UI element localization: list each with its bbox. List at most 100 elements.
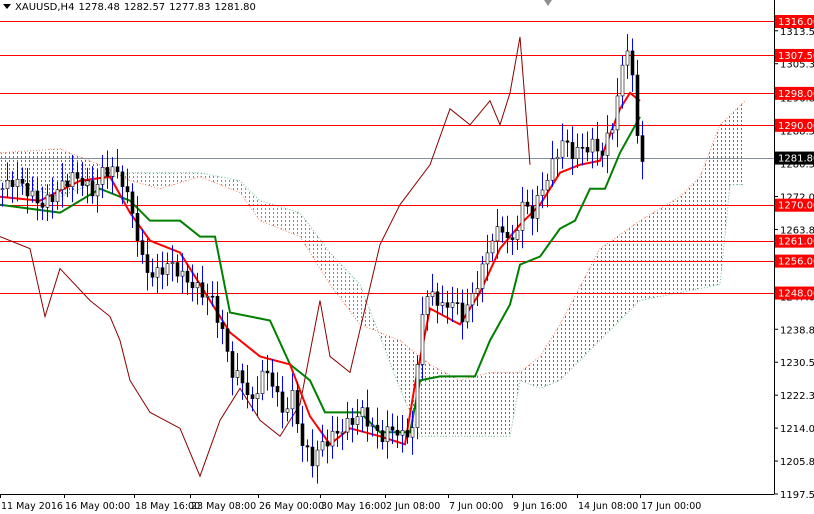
x-tick-label: 16 May 00:00	[65, 501, 130, 512]
candle-body	[495, 226, 500, 242]
candle-body	[550, 158, 555, 181]
candle-body	[115, 166, 120, 173]
x-tick-label: 30 May 16:00	[321, 501, 386, 512]
price-tag-label: 1290.00	[778, 121, 814, 132]
cloud-segment	[720, 120, 725, 285]
candle-body	[535, 195, 540, 219]
cloud-segment	[145, 172, 150, 187]
candle-body	[85, 180, 90, 186]
candle-body	[425, 296, 430, 315]
candle-body	[365, 407, 370, 427]
candle-body	[380, 430, 385, 443]
candle-body	[580, 147, 585, 149]
dropdown-triangle-icon[interactable]	[3, 4, 11, 9]
candle-body	[110, 166, 115, 177]
candle-body	[45, 194, 50, 208]
candle-body	[560, 140, 565, 158]
cloud-segment	[730, 110, 735, 185]
cloud-segment	[130, 172, 135, 183]
candle-body	[475, 288, 480, 294]
candle-body	[625, 50, 630, 66]
candle-body	[180, 270, 185, 277]
candle-body	[530, 206, 535, 219]
cloud-segment	[340, 263, 345, 305]
candle-body	[135, 213, 140, 241]
cloud-segment	[385, 334, 390, 363]
candle-body	[525, 201, 530, 207]
cloud-segment	[560, 315, 565, 381]
candle-body	[505, 232, 510, 238]
cloud-segment	[290, 209, 295, 235]
candle-body	[455, 302, 460, 304]
cloud-segment	[675, 196, 680, 294]
cloud-segment	[275, 205, 280, 229]
cloud-segment	[610, 238, 615, 331]
price-chart[interactable]: 1313.551305.301296.801288.551280.301272.…	[0, 0, 814, 514]
cloud-segment	[440, 369, 445, 437]
cloud-segment	[140, 172, 145, 185]
y-tick-label: 1197.55	[780, 490, 814, 501]
cloud-segment	[150, 172, 155, 188]
cloud-segment	[485, 372, 490, 437]
cloud-segment	[405, 344, 410, 413]
candle-body	[405, 430, 410, 438]
candle-body	[95, 184, 100, 197]
scroll-marker-icon[interactable]	[544, 0, 552, 6]
cloud-segment	[155, 172, 160, 189]
x-tick-label: 23 May 08:00	[191, 501, 256, 512]
candle-body	[10, 179, 15, 187]
candle-body	[130, 191, 135, 214]
candle-body	[315, 449, 320, 467]
cloud-segment	[450, 375, 455, 437]
candle-body	[590, 138, 595, 153]
candle-body	[570, 141, 575, 160]
cloud-segment	[605, 241, 610, 336]
candle-body	[195, 282, 200, 289]
candle-body	[145, 254, 150, 273]
candle-body	[155, 267, 160, 278]
candle-body	[395, 429, 400, 436]
candle-body	[340, 431, 345, 434]
cloud-segment	[510, 372, 515, 437]
cloud-segment	[250, 190, 255, 214]
cloud-segment	[650, 211, 655, 299]
candle-body	[290, 390, 295, 410]
candle-body	[50, 194, 55, 203]
candle-body	[465, 304, 470, 323]
cloud-segment	[40, 149, 45, 193]
candle-body	[390, 426, 395, 431]
cloud-segment	[445, 372, 450, 437]
cloud-segment	[295, 211, 300, 237]
candle-body	[615, 95, 620, 131]
candle-body	[215, 295, 220, 323]
candle-body	[60, 180, 65, 191]
candle-body	[320, 441, 325, 451]
candle-body	[500, 226, 505, 233]
cloud-segment	[495, 372, 500, 437]
x-tick-label: 26 May 00:00	[259, 501, 324, 512]
candle-body	[125, 186, 130, 193]
candle-body	[460, 302, 465, 323]
candle-body	[0, 188, 5, 191]
cloud-segment	[670, 199, 675, 295]
candle-body	[235, 370, 240, 378]
cloud-segment	[280, 206, 285, 231]
cloud-segment	[615, 234, 620, 326]
candle-body	[295, 390, 300, 425]
cloud-segment	[590, 258, 595, 351]
cloud-segment	[170, 172, 175, 186]
candle-body	[480, 263, 485, 289]
candle-body	[170, 262, 175, 265]
candle-body	[20, 178, 25, 184]
candle-body	[225, 328, 230, 352]
candle-body	[545, 179, 550, 191]
cloud-segment	[535, 356, 540, 389]
cloud-segment	[395, 338, 400, 389]
cloud-segment	[190, 172, 195, 180]
cloud-segment	[300, 212, 305, 245]
x-tick-label: 7 Jun 00:00	[449, 501, 503, 512]
price-tag-label: 1298.00	[778, 89, 814, 100]
candle-body	[90, 180, 95, 197]
cloud-segment	[460, 379, 465, 437]
candle-body	[165, 263, 170, 275]
